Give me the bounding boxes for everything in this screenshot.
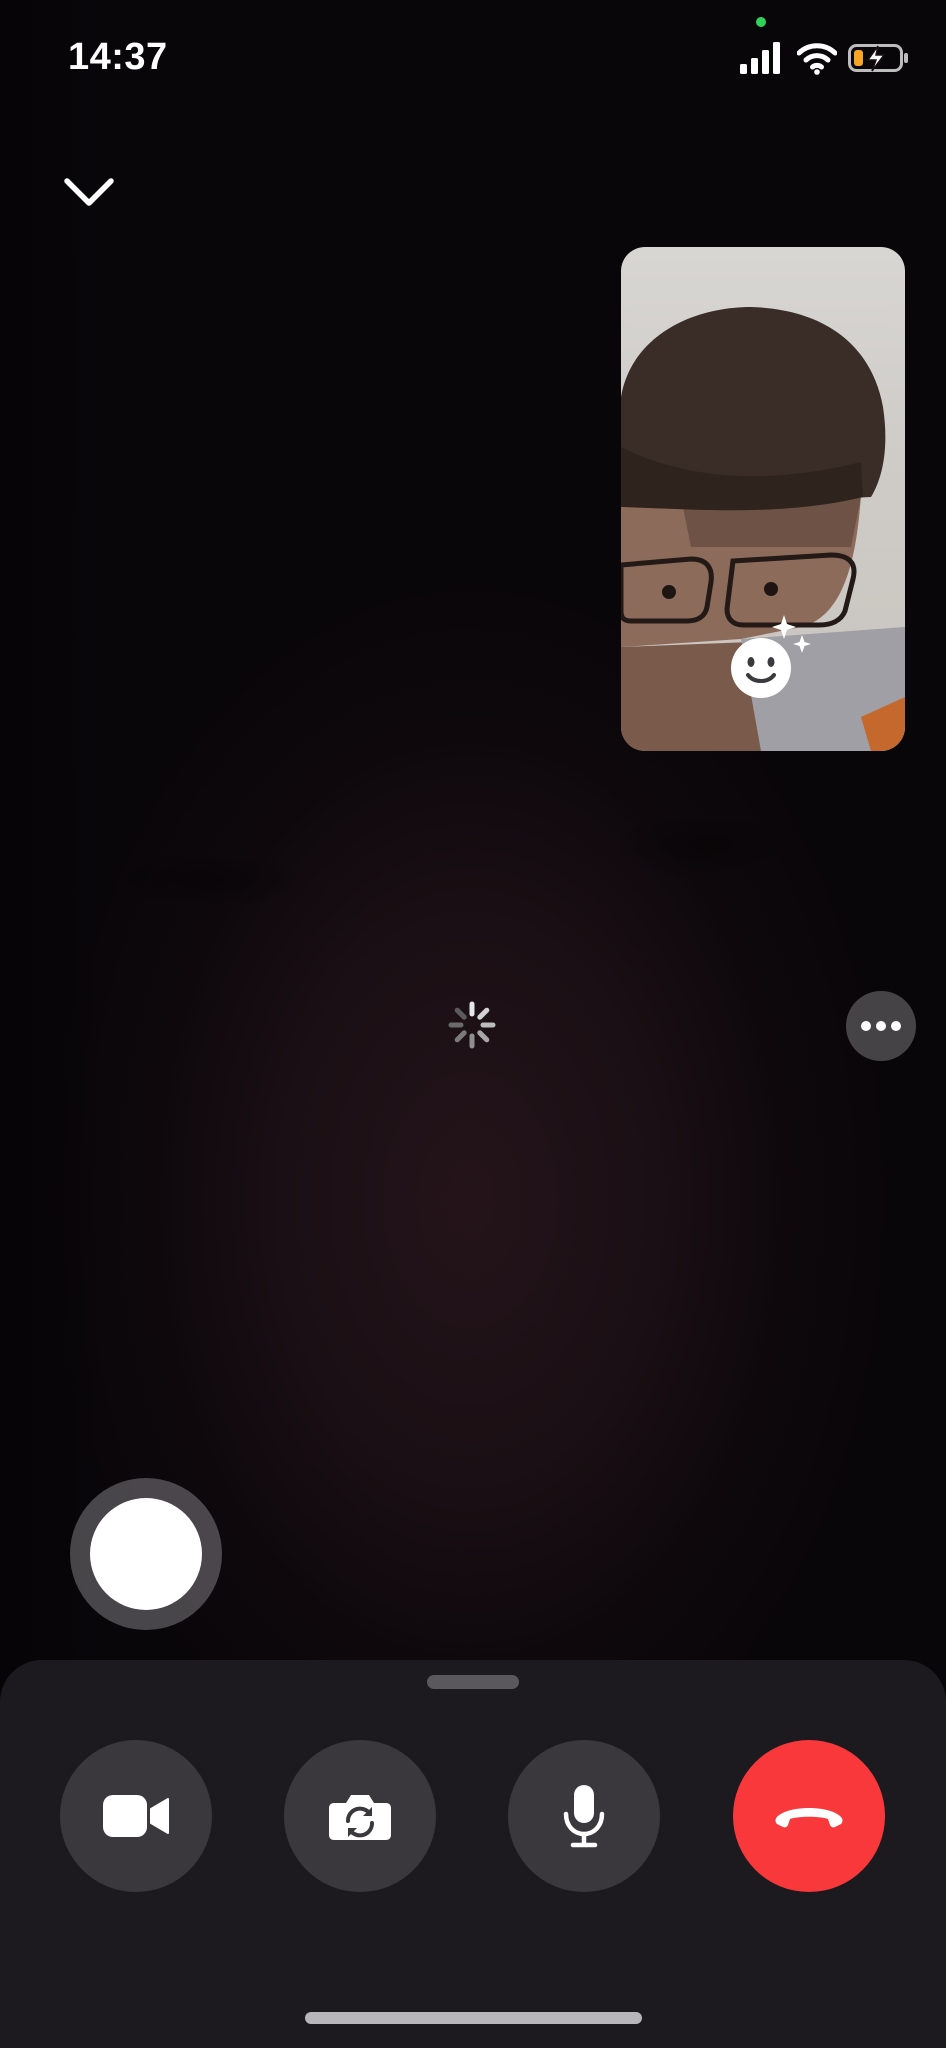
flip-camera-button[interactable] [284, 1740, 436, 1892]
end-call-button[interactable] [733, 1740, 885, 1892]
camera-flip-icon [329, 1795, 391, 1840]
home-indicator [305, 2012, 642, 2024]
phone-hangup-icon [775, 1808, 843, 1828]
status-time: 14:37 [68, 36, 168, 78]
battery-charging-icon [848, 44, 908, 72]
video-call-screen: 14:37 [0, 0, 946, 2048]
camera-toggle-button[interactable] [60, 1740, 212, 1892]
ellipsis-icon [861, 1021, 901, 1031]
video-camera-icon [103, 1795, 169, 1837]
chevron-down-icon [64, 178, 114, 206]
remote-video-shade [610, 810, 790, 880]
microphone-button[interactable] [508, 1740, 660, 1892]
smiley-sparkle-icon [731, 615, 811, 698]
spinner-icon [448, 1001, 496, 1049]
wifi-icon [797, 43, 837, 75]
more-options-button[interactable] [846, 991, 916, 1061]
sheet-grabber[interactable] [427, 1675, 519, 1689]
remote-video-shade [110, 850, 310, 910]
shutter-icon [90, 1498, 202, 1610]
effects-button[interactable] [726, 613, 816, 703]
microphone-icon [563, 1785, 605, 1848]
collapse-button[interactable] [56, 168, 122, 218]
capture-button[interactable] [70, 1478, 222, 1630]
camera-in-use-indicator [756, 17, 766, 27]
cellular-signal-icon [740, 42, 780, 74]
